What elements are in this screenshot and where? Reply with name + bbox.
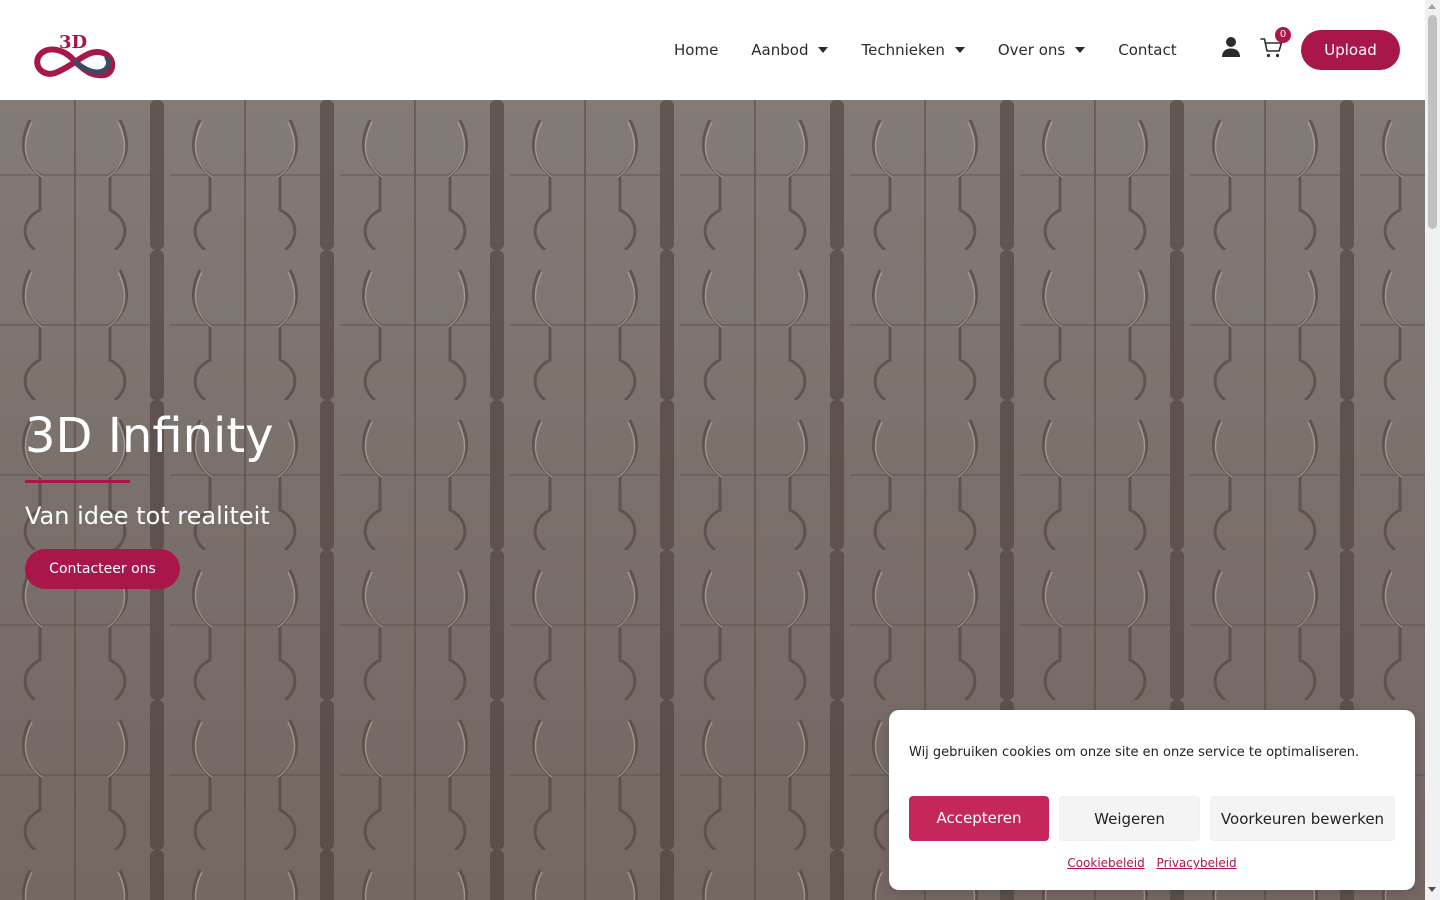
nav-item-label: Technieken [861,41,945,59]
cookie-policy-links: Cookiebeleid Privacybeleid [889,854,1415,872]
infinity-logo-icon: 3D [34,32,116,79]
caret-down-icon [818,47,829,53]
cart-count-badge: 0 [1275,27,1291,43]
caret-down-icon [954,47,965,53]
cookie-policy-link[interactable]: Cookiebeleid [1067,856,1144,870]
nav-item-label: Contact [1118,41,1177,59]
nav-item-label: Over ons [997,41,1066,59]
cookie-consent-banner: Wij gebruiken cookies om onze site en on… [889,710,1415,890]
upload-button[interactable]: Upload [1301,30,1400,70]
nav-item-over-ons[interactable]: Over ons [997,41,1086,59]
hero-title: 3D Infinity [25,408,274,464]
nav-item-label: Home [674,41,719,59]
main-nav: Home Aanbod Technieken Over ons Contact [674,38,1177,62]
nav-item-home[interactable]: Home [674,41,718,59]
nav-item-contact[interactable]: Contact [1118,41,1176,59]
hero-divider [25,480,130,483]
scroll-down-arrow-icon[interactable] [1428,887,1436,892]
nav-item-aanbod[interactable]: Aanbod [751,41,829,59]
privacy-policy-link[interactable]: Privacybeleid [1157,856,1237,870]
accept-cookies-button[interactable]: Accepteren [909,796,1049,841]
nav-item-label: Aanbod [751,41,809,59]
caret-down-icon [1075,47,1086,53]
hero-subtitle: Van idee tot realiteit [25,502,270,530]
logo-text: 3D [59,32,87,53]
cookie-message: Wij gebruiken cookies om onze site en on… [909,745,1360,760]
site-header: 3D Home Aanbod Technieken Over ons Conta… [0,0,1425,100]
page: 3D Home Aanbod Technieken Over ons Conta… [0,0,1440,900]
page-scrollbar[interactable] [1425,0,1440,900]
user-icon[interactable] [1220,36,1242,58]
scroll-up-arrow-icon[interactable] [1428,4,1436,9]
scrollbar-thumb[interactable] [1428,15,1437,229]
nav-item-technieken[interactable]: Technieken [861,41,965,59]
deny-cookies-button[interactable]: Weigeren [1059,796,1200,841]
contact-button[interactable]: Contacteer ons [25,549,180,589]
edit-preferences-button[interactable]: Voorkeuren bewerken [1210,796,1395,841]
site-logo[interactable]: 3D [33,30,117,80]
